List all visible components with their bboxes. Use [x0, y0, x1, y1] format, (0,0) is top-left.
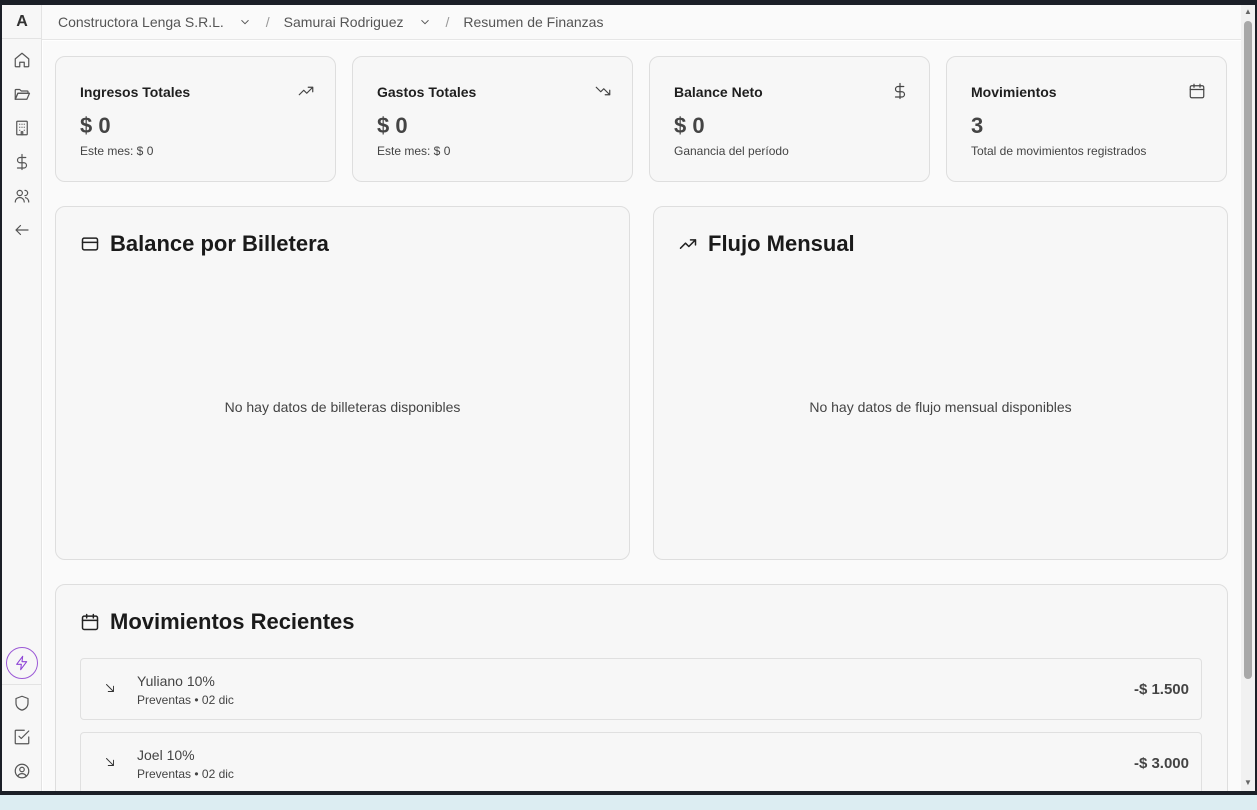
wallet-balance-panel: Balance por Billetera No hay datos de bi… [55, 206, 630, 560]
stat-title: Gastos Totales [377, 84, 477, 100]
breadcrumb-user[interactable]: Samurai Rodriguez [284, 14, 432, 30]
panel-title: Flujo Mensual [678, 231, 855, 257]
movement-name: Joel 10% [137, 747, 195, 763]
calendar-icon [1188, 82, 1206, 100]
list-item[interactable]: Joel 10% Preventas • 02 dic -$ 3.000 [80, 732, 1202, 791]
sidebar-divider [2, 684, 42, 685]
sidebar: A [2, 5, 42, 791]
app-logo[interactable]: A [2, 5, 42, 39]
breadcrumb-user-label: Samurai Rodriguez [283, 14, 404, 30]
bolt-icon[interactable] [6, 647, 38, 679]
breadcrumb-page: Resumen de Finanzas [463, 14, 604, 30]
shield-icon[interactable] [10, 691, 34, 715]
breadcrumb-separator: / [265, 14, 270, 30]
movement-amount: -$ 1.500 [1133, 681, 1189, 698]
monthly-flow-panel: Flujo Mensual No hay datos de flujo mens… [653, 206, 1228, 560]
main-content: Ingresos Totales $ 0 Este mes: $ 0 Gasto… [43, 41, 1241, 791]
stat-card-income: Ingresos Totales $ 0 Este mes: $ 0 [55, 56, 336, 182]
stat-title: Movimientos [971, 84, 1057, 100]
recent-panel-title: Movimientos Recientes [110, 609, 355, 634]
movement-amount: -$ 3.000 [1133, 755, 1189, 772]
stat-card-movements: Movimientos 3 Total de movimientos regis… [946, 56, 1227, 182]
stat-card-expenses: Gastos Totales $ 0 Este mes: $ 0 [352, 56, 633, 182]
recent-movements-panel: Movimientos Recientes Yuliano 10% Preven… [55, 584, 1228, 791]
calendar-icon [80, 612, 100, 632]
scroll-up-icon[interactable]: ▲ [1244, 8, 1252, 16]
panel-title: Movimientos Recientes [80, 609, 355, 635]
arrow-left-icon[interactable] [10, 218, 34, 242]
stat-title: Balance Neto [674, 84, 763, 100]
vertical-scrollbar[interactable]: ▲ ▼ [1241, 5, 1255, 791]
dollar-icon[interactable] [10, 150, 34, 174]
movement-meta: Preventas • 02 dic [137, 693, 234, 707]
stat-card-balance: Balance Neto $ 0 Ganancia del período [649, 56, 930, 182]
check-square-icon[interactable] [10, 725, 34, 749]
arrow-down-right-icon [103, 755, 117, 769]
movement-name: Yuliano 10% [137, 673, 215, 689]
stat-value: $ 0 [674, 113, 705, 138]
stat-subtitle: Este mes: $ 0 [80, 144, 154, 158]
flow-panel-title: Flujo Mensual [708, 231, 855, 256]
stat-subtitle: Ganancia del período [674, 144, 789, 158]
breadcrumb-company-label: Constructora Lenga S.R.L. [58, 14, 224, 30]
breadcrumb-company[interactable]: Constructora Lenga S.R.L. [58, 14, 252, 30]
breadcrumb: Constructora Lenga S.R.L. / Samurai Rodr… [42, 5, 1241, 40]
stat-title: Ingresos Totales [80, 84, 191, 100]
stat-value: $ 0 [80, 113, 111, 138]
folder-open-icon[interactable] [10, 82, 34, 106]
breadcrumb-separator: / [445, 14, 450, 30]
stat-subtitle: Total de movimientos registrados [971, 144, 1147, 158]
stat-subtitle: Este mes: $ 0 [377, 144, 451, 158]
empty-state-message: No hay datos de billeteras disponibles [224, 399, 461, 415]
arrow-down-right-icon [103, 681, 117, 695]
home-icon[interactable] [10, 48, 34, 72]
users-icon[interactable] [10, 184, 34, 208]
chevron-down-icon [238, 15, 252, 29]
app-window: A Constructora Lenga S.R.L. / Samurai Ro… [2, 5, 1255, 791]
dollar-icon [891, 82, 909, 100]
list-item[interactable]: Yuliano 10% Preventas • 02 dic -$ 1.500 [80, 658, 1202, 720]
stat-value: 3 [971, 113, 984, 138]
empty-state-message: No hay datos de flujo mensual disponible… [809, 399, 1072, 415]
scroll-thumb[interactable] [1244, 21, 1252, 679]
stat-value: $ 0 [377, 113, 408, 138]
panel-title: Balance por Billetera [80, 231, 329, 257]
trending-down-icon [594, 82, 612, 100]
user-circle-icon[interactable] [10, 759, 34, 783]
trending-up-icon [678, 234, 698, 254]
trending-up-icon [297, 82, 315, 100]
movement-meta: Preventas • 02 dic [137, 767, 234, 781]
chevron-down-icon [418, 15, 432, 29]
credit-card-icon [80, 234, 100, 254]
building-icon[interactable] [10, 116, 34, 140]
scroll-down-icon[interactable]: ▼ [1244, 779, 1252, 787]
wallet-panel-title: Balance por Billetera [110, 231, 329, 256]
